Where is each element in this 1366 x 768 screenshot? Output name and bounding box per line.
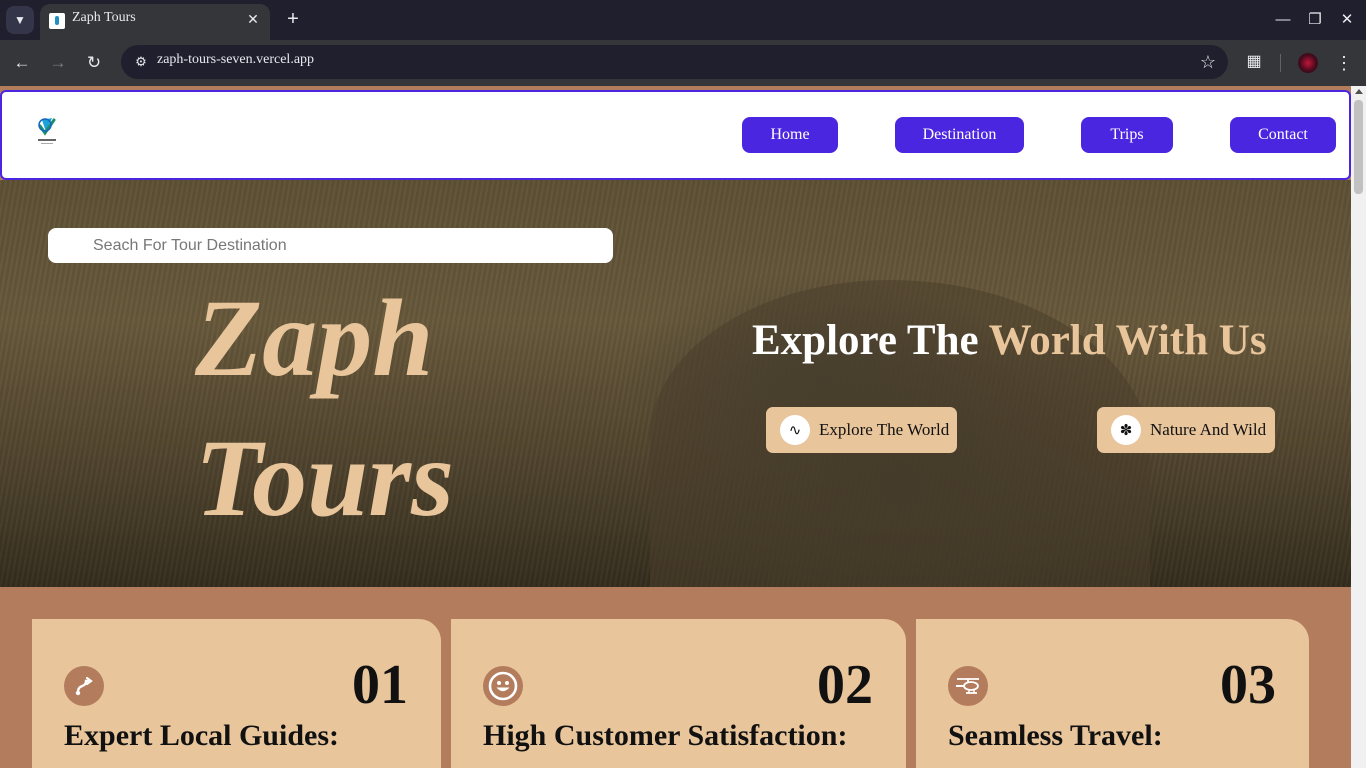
hero-title-line1: Zaph <box>195 277 434 399</box>
browser-menu-icon[interactable]: ⋮ <box>1334 51 1354 75</box>
restore-icon[interactable]: ❐ <box>1301 8 1329 32</box>
route-arrow-icon <box>64 666 104 706</box>
feature-title: Expert Local Guides: <box>64 719 339 752</box>
url-text[interactable]: zaph-tours-seven.vercel.app <box>157 52 314 68</box>
nav-trips-button[interactable]: Trips <box>1081 117 1173 153</box>
browser-tab[interactable]: Zaph Tours ✕ <box>40 4 270 40</box>
site-info-icon[interactable]: ⚙ <box>129 50 153 74</box>
tagline-white: Explore The <box>752 317 989 364</box>
feature-card-travel: 03 Seamless Travel: <box>916 619 1309 768</box>
nav-destination-button[interactable]: Destination <box>895 117 1024 153</box>
helicopter-icon <box>948 666 988 706</box>
scrollbar-thumb[interactable] <box>1354 100 1363 194</box>
hero-title: Zaph Tours <box>195 268 454 548</box>
browser-toolbar: ← → ↻ ⚙ zaph-tours-seven.vercel.app ☆ ▦ … <box>0 40 1366 86</box>
toolbar-divider <box>1280 54 1281 72</box>
tab-favicon-icon <box>49 13 65 29</box>
bookmark-star-icon[interactable]: ☆ <box>1200 50 1216 74</box>
nature-wild-label: Nature And Wild <box>1150 420 1267 439</box>
address-bar[interactable]: ⚙ zaph-tours-seven.vercel.app ☆ <box>121 45 1228 79</box>
feature-title: High Customer Satisfaction: <box>483 719 848 752</box>
tagline-accent: World With Us <box>988 317 1267 364</box>
profile-avatar[interactable] <box>1298 53 1318 73</box>
hero-tagline: Explore The World With Us <box>752 316 1267 365</box>
nav-contact-button[interactable]: Contact <box>1230 117 1336 153</box>
tab-title: Zaph Tours <box>72 10 136 25</box>
feature-card-guides: 01 Expert Local Guides: <box>32 619 441 768</box>
travel-logo-icon[interactable] <box>32 112 62 148</box>
smile-icon <box>483 666 523 706</box>
tab-search-button[interactable]: ▼ <box>6 6 34 34</box>
tab-close-icon[interactable]: ✕ <box>244 10 262 28</box>
page-viewport: Home Destination Trips Contact Zaph Tour… <box>0 86 1351 768</box>
feature-title: Seamless Travel: <box>948 719 1163 752</box>
hero-title-line2: Tours <box>195 417 454 539</box>
window-close-icon[interactable]: ✕ <box>1333 8 1361 32</box>
lion-icon: ✽ <box>1111 415 1141 445</box>
new-tab-button[interactable]: + <box>282 8 304 30</box>
feature-number: 01 <box>352 654 408 716</box>
forward-icon[interactable]: → <box>46 51 70 75</box>
nav-home-button[interactable]: Home <box>742 117 838 153</box>
route-icon: ∿ <box>780 415 810 445</box>
feature-number: 02 <box>817 654 873 716</box>
reload-icon[interactable]: ↻ <box>82 51 106 75</box>
hero-section: Zaph Tours Explore The World With Us ∿ E… <box>0 180 1351 587</box>
explore-world-button[interactable]: ∿ Explore The World <box>766 407 957 453</box>
page-scrollbar[interactable] <box>1351 86 1366 768</box>
feature-number: 03 <box>1220 654 1276 716</box>
back-icon[interactable]: ← <box>10 51 34 75</box>
extensions-icon[interactable]: ▦ <box>1244 52 1264 72</box>
site-header: Home Destination Trips Contact <box>0 90 1351 180</box>
minimize-icon[interactable]: — <box>1269 8 1297 32</box>
nature-wild-button[interactable]: ✽ Nature And Wild <box>1097 407 1275 453</box>
explore-world-label: Explore The World <box>819 420 950 439</box>
search-input[interactable] <box>48 228 613 263</box>
browser-tab-strip: ▼ Zaph Tours ✕ + — ❐ ✕ <box>0 0 1366 40</box>
scroll-up-arrow-icon[interactable] <box>1355 89 1363 94</box>
feature-card-satisfaction: 02 High Customer Satisfaction: <box>451 619 906 768</box>
